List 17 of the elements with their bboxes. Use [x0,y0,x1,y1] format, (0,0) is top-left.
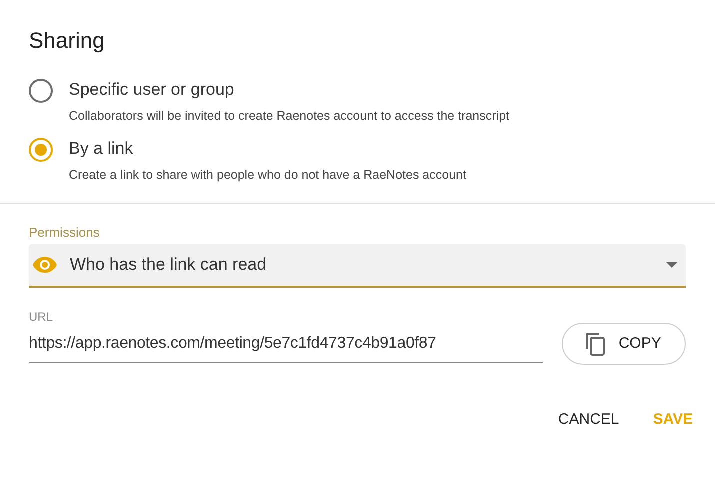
cancel-button[interactable]: CANCEL [548,401,630,440]
eye-icon [32,256,58,274]
dropdown-caret-icon [666,262,678,268]
option-description: Create a link to share with people who do not have a RaeNotes account [69,167,466,183]
dialog-title: Sharing [29,27,106,55]
radio-button[interactable] [29,138,53,162]
copy-icon [584,332,605,356]
dropdown-value: Who has the link can read [70,254,268,276]
radio-button[interactable] [29,79,53,103]
option-label[interactable]: Specific user or group [69,79,234,101]
permissions-dropdown[interactable]: Who has the link can read [29,244,686,288]
url-field[interactable]: https://app.raenotes.com/meeting/5e7c1fd4737c4b91a0f87 [29,332,543,363]
option-label[interactable]: By a link [69,138,134,160]
field-label: URL [29,309,54,326]
field-label: Permissions [29,225,100,241]
copy-button[interactable]: COPY [562,323,686,365]
option-description: Collaborators will be invited to create Raenotes account to access the transcript [69,108,510,124]
